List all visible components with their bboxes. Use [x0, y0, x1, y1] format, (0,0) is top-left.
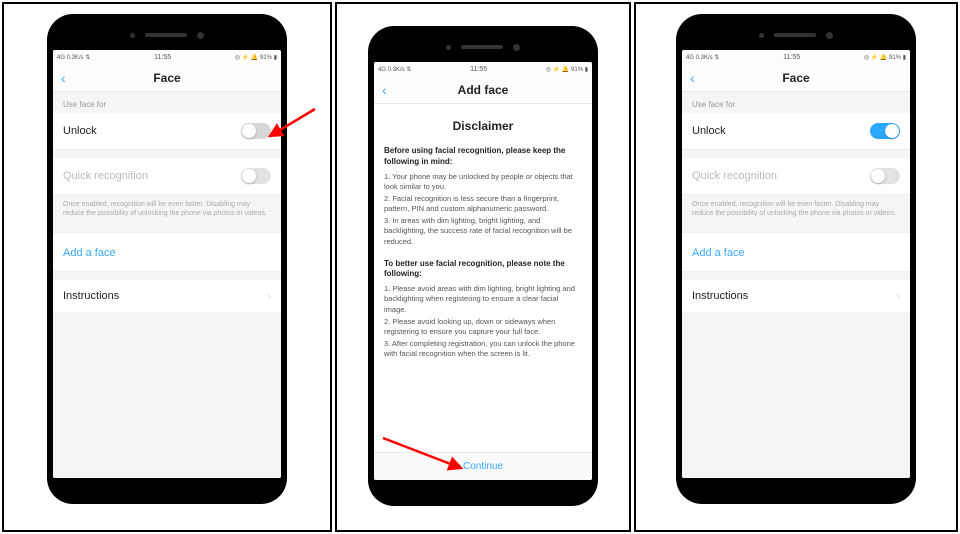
status-right: ◎ ⚡ 🔔 91% ▮: [546, 66, 588, 73]
page-title: Face: [682, 71, 910, 85]
row-instructions[interactable]: Instructions ›: [682, 280, 910, 312]
panel-face-on: 4G 0.3K/s ⇅ 11:55 ◎ ⚡ 🔔 91% ▮ ‹ Face Use…: [634, 2, 958, 532]
device-frame: 4G 0.3K/s ⇅ 11:55 ◎ ⚡ 🔔 91% ▮ ‹ Face Use…: [676, 14, 916, 504]
quick-toggle: [241, 168, 271, 184]
instructions-label: Instructions: [63, 290, 119, 302]
back-icon[interactable]: ‹: [61, 70, 66, 86]
disclaimer-better-3: 3. After completing registration, you ca…: [384, 339, 582, 359]
row-quick-recognition: Quick recognition: [53, 158, 281, 195]
quick-toggle: [870, 168, 900, 184]
disclaimer-body: Disclaimer Before using facial recogniti…: [374, 104, 592, 452]
status-time: 11:55: [470, 66, 487, 73]
continue-label: Continue: [463, 461, 503, 472]
device-frame: 4G 0.3K/s ⇅ 11:55 ◎ ⚡ 🔔 91% ▮ ‹ Add face…: [368, 26, 598, 506]
status-time: 11:55: [154, 54, 171, 61]
continue-button[interactable]: Continue: [374, 452, 592, 480]
page-title: Face: [53, 71, 281, 85]
disclaimer-before-1: 1. Your phone may be unlocked by people …: [384, 172, 582, 192]
status-left: 4G 0.3K/s ⇅: [378, 66, 411, 73]
panel-face-off: 4G 0.3K/s ⇅ 11:55 ◎ ⚡ 🔔 91% ▮ ‹ Face Use…: [2, 2, 332, 532]
instructions-label: Instructions: [692, 290, 748, 302]
status-bar: 4G 0.3K/s ⇅ 11:55 ◎ ⚡ 🔔 91% ▮: [53, 50, 281, 64]
bezel-top: [682, 20, 910, 50]
status-bar: 4G 0.3K/s ⇅ 11:55 ◎ ⚡ 🔔 91% ▮: [682, 50, 910, 64]
disclaimer-better-heading: To better use facial recognition, please…: [384, 259, 582, 281]
back-icon[interactable]: ‹: [690, 70, 695, 86]
quick-label: Quick recognition: [63, 170, 148, 182]
disclaimer-title: Disclaimer: [384, 118, 582, 134]
bezel-top: [374, 32, 592, 62]
content: Use face for Unlock Quick recognition On…: [682, 92, 910, 478]
section-label-use-face: Use face for: [682, 92, 910, 113]
title-bar: ‹ Add face: [374, 76, 592, 104]
device-frame: 4G 0.3K/s ⇅ 11:55 ◎ ⚡ 🔔 91% ▮ ‹ Face Use…: [47, 14, 287, 504]
add-face-link[interactable]: Add a face: [63, 247, 116, 259]
section-label-use-face: Use face for: [53, 92, 281, 113]
status-time: 11:55: [783, 54, 800, 61]
unlock-toggle[interactable]: [241, 123, 271, 139]
screen: 4G 0.3K/s ⇅ 11:55 ◎ ⚡ 🔔 91% ▮ ‹ Face Use…: [682, 50, 910, 478]
unlock-toggle[interactable]: [870, 123, 900, 139]
disclaimer-before-heading: Before using facial recognition, please …: [384, 146, 582, 168]
row-instructions[interactable]: Instructions ›: [53, 280, 281, 312]
status-right: ◎ ⚡ 🔔 91% ▮: [235, 54, 277, 61]
title-bar: ‹ Face: [53, 64, 281, 92]
content: Use face for Unlock Quick recognition On…: [53, 92, 281, 478]
content: Disclaimer Before using facial recogniti…: [374, 104, 592, 480]
screen: 4G 0.3K/s ⇅ 11:55 ◎ ⚡ 🔔 91% ▮ ‹ Add face…: [374, 62, 592, 480]
row-unlock[interactable]: Unlock: [53, 113, 281, 150]
row-add-face[interactable]: Add a face: [682, 232, 910, 272]
screen: 4G 0.3K/s ⇅ 11:55 ◎ ⚡ 🔔 91% ▮ ‹ Face Use…: [53, 50, 281, 478]
quick-helper: Once enabled, recognition will be even f…: [53, 195, 281, 228]
status-right: ◎ ⚡ 🔔 91% ▮: [864, 54, 906, 61]
disclaimer-better-1: 1. Please avoid areas with dim lighting,…: [384, 284, 582, 314]
chevron-right-icon: ›: [897, 291, 900, 302]
title-bar: ‹ Face: [682, 64, 910, 92]
unlock-label: Unlock: [63, 125, 97, 137]
row-quick-recognition: Quick recognition: [682, 158, 910, 195]
disclaimer-before-2: 2. Facial recognition is less secure tha…: [384, 194, 582, 214]
chevron-right-icon: ›: [268, 291, 271, 302]
disclaimer-before-3: 3. In areas with dim lighting, bright li…: [384, 216, 582, 246]
page-title: Add face: [374, 83, 592, 97]
disclaimer-better-2: 2. Please avoid looking up, down or side…: [384, 317, 582, 337]
back-icon[interactable]: ‹: [382, 82, 387, 98]
add-face-link[interactable]: Add a face: [692, 247, 745, 259]
quick-helper: Once enabled, recognition will be even f…: [682, 195, 910, 228]
unlock-label: Unlock: [692, 125, 726, 137]
status-left: 4G 0.3K/s ⇅: [686, 54, 719, 61]
bezel-top: [53, 20, 281, 50]
row-add-face[interactable]: Add a face: [53, 232, 281, 272]
quick-label: Quick recognition: [692, 170, 777, 182]
row-unlock[interactable]: Unlock: [682, 113, 910, 150]
status-left: 4G 0.3K/s ⇅: [57, 54, 90, 61]
panel-disclaimer: 4G 0.3K/s ⇅ 11:55 ◎ ⚡ 🔔 91% ▮ ‹ Add face…: [335, 2, 631, 532]
status-bar: 4G 0.3K/s ⇅ 11:55 ◎ ⚡ 🔔 91% ▮: [374, 62, 592, 76]
